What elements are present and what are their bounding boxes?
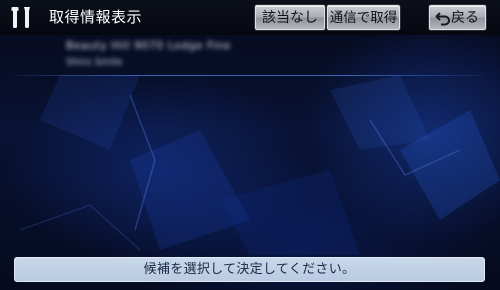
result-list-item[interactable]: Beauty Hill 9070 Lodge Fine Shiro Smile bbox=[0, 35, 500, 76]
list-divider bbox=[14, 75, 484, 76]
page-title: 取得情報表示 bbox=[49, 8, 143, 26]
header-bar: 取得情報表示 該当なし 通信で取得 戻る bbox=[0, 0, 500, 35]
fetch-by-communication-button[interactable]: 通信で取得 bbox=[327, 5, 400, 30]
wrench-screwdriver-icon bbox=[11, 7, 30, 28]
no-match-button[interactable]: 該当なし bbox=[255, 5, 325, 30]
result-name: Beauty Hill 9070 Lodge Fine bbox=[66, 39, 231, 52]
result-subtitle: Shiro Smile bbox=[66, 57, 123, 68]
instruction-message: 候補を選択して決定してください。 bbox=[14, 257, 485, 282]
return-arrow-icon bbox=[435, 12, 450, 26]
back-button[interactable]: 戻る bbox=[429, 5, 486, 30]
back-button-label: 戻る bbox=[451, 10, 479, 26]
navigation-screen: 取得情報表示 該当なし 通信で取得 戻る Beauty Hill 9070 Lo… bbox=[0, 0, 500, 290]
